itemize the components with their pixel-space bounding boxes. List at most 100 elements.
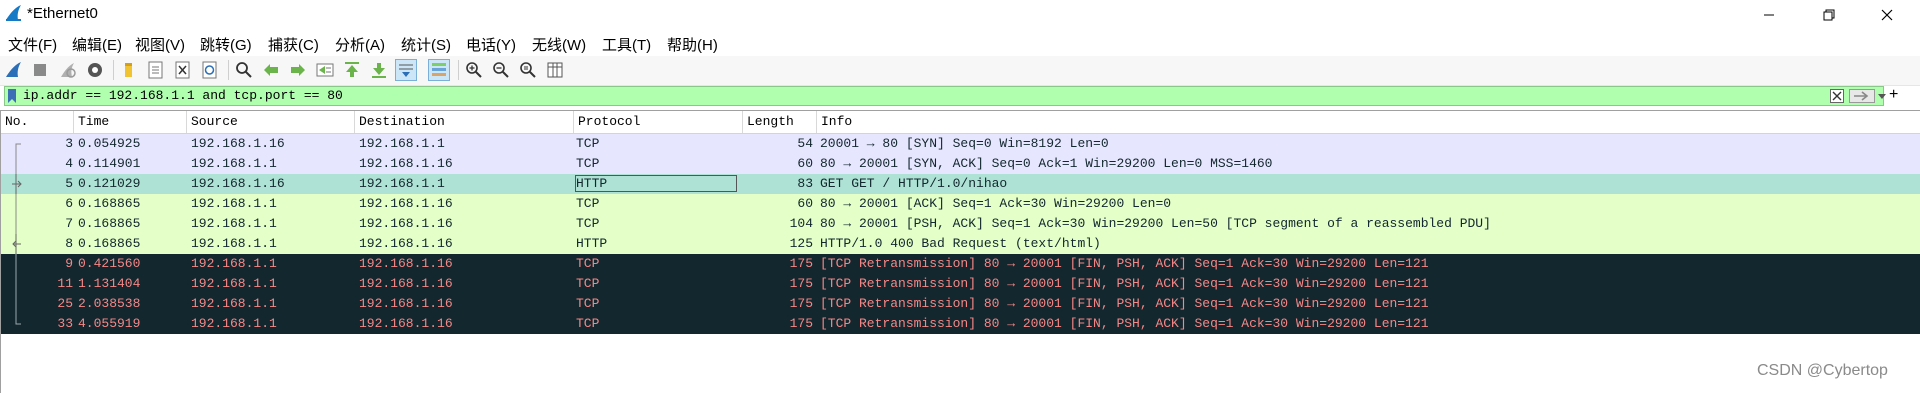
zoom-out-button[interactable] [490, 59, 512, 81]
packet-info: HTTP/1.0 400 Bad Request (text/html) [820, 236, 1101, 251]
reload-file-button[interactable] [199, 59, 221, 81]
packet-length: 60 [797, 156, 813, 171]
open-file-button[interactable] [118, 59, 140, 81]
go-forward-button[interactable] [287, 59, 309, 81]
close-icon [1881, 9, 1893, 21]
packet-row[interactable]: 33 4.055919 192.168.1.1 192.168.1.16 TCP… [1, 314, 1920, 334]
packet-length: 104 [789, 216, 813, 231]
column-header-info[interactable]: Info [817, 111, 1920, 133]
packet-source: 192.168.1.16 [191, 136, 285, 151]
packet-list-header: No. Time Source Destination Protocol Len… [1, 111, 1920, 134]
packet-destination: 192.168.1.16 [359, 256, 453, 271]
restart-capture-button[interactable] [57, 59, 79, 81]
display-filter-field [4, 86, 1887, 106]
main-toolbar [0, 56, 1920, 86]
bookmark-icon[interactable] [7, 89, 17, 103]
go-back-button[interactable] [260, 59, 282, 81]
capture-options-button[interactable] [84, 59, 106, 81]
packet-row[interactable]: 6 0.168865 192.168.1.1 192.168.1.16 TCP … [1, 194, 1920, 214]
save-file-button[interactable] [145, 59, 167, 81]
packet-no: 11 [57, 276, 73, 291]
recent-filters-chevron-down-icon[interactable] [1877, 89, 1887, 103]
menu-statistics[interactable]: 统计(S) [401, 34, 451, 55]
packet-no: 33 [57, 316, 73, 331]
packet-time: 4.055919 [78, 316, 141, 331]
column-header-protocol[interactable]: Protocol [574, 111, 743, 133]
packet-source: 192.168.1.1 [191, 316, 277, 331]
packet-source: 192.168.1.1 [191, 156, 277, 171]
wireshark-fin-icon [6, 5, 21, 21]
packet-time: 0.054925 [78, 136, 141, 151]
column-header-length[interactable]: Length [743, 111, 817, 133]
column-header-source[interactable]: Source [187, 111, 355, 133]
stop-capture-button[interactable] [29, 59, 51, 81]
toolbar-separator [113, 60, 114, 80]
start-capture-fin-icon [6, 62, 21, 77]
display-filter-input[interactable] [23, 87, 1823, 105]
zoom-in-icon [466, 62, 482, 78]
find-packet-icon [236, 62, 252, 78]
packet-info: [TCP Retransmission] 80 → 20001 [FIN, PS… [820, 296, 1429, 311]
start-capture-button[interactable] [3, 59, 25, 81]
display-filter-bar: + [0, 86, 1920, 106]
menu-edit[interactable]: 编辑(E) [72, 34, 122, 55]
column-header-destination[interactable]: Destination [355, 111, 574, 133]
packet-protocol: TCP [576, 296, 600, 311]
close-file-button[interactable] [172, 59, 194, 81]
menu-telephony[interactable]: 电话(Y) [466, 34, 516, 55]
packet-length: 125 [789, 236, 813, 251]
resize-columns-button[interactable] [544, 59, 566, 81]
menu-file[interactable]: 文件(F) [8, 34, 57, 55]
go-last-button[interactable] [368, 59, 390, 81]
packet-time: 0.168865 [78, 236, 141, 251]
packet-no: 8 [65, 236, 73, 251]
packet-row[interactable]: 25 2.038538 192.168.1.1 192.168.1.16 TCP… [1, 294, 1920, 314]
menu-go[interactable]: 跳转(G) [200, 34, 252, 55]
packet-protocol: HTTP [576, 236, 608, 251]
autoscroll-button[interactable] [395, 59, 417, 81]
packet-row[interactable]: 4 0.114901 192.168.1.1 192.168.1.16 TCP … [1, 154, 1920, 174]
packet-destination: 192.168.1.16 [359, 156, 453, 171]
menu-capture[interactable]: 捕获(C) [268, 34, 319, 55]
packet-row[interactable]: 3 0.054925 192.168.1.16 192.168.1.1 TCP … [1, 134, 1920, 154]
column-header-no[interactable]: No. [1, 111, 74, 133]
apply-filter-arrow-icon[interactable] [1849, 89, 1875, 103]
packet-length: 175 [789, 316, 813, 331]
packet-protocol: TCP [576, 316, 600, 331]
packet-time: 0.168865 [78, 196, 141, 211]
packet-row[interactable]: 7 0.168865 192.168.1.1 192.168.1.16 TCP … [1, 214, 1920, 234]
packet-no: 25 [57, 296, 73, 311]
minimize-button[interactable] [1740, 0, 1798, 30]
packet-time: 2.038538 [78, 296, 141, 311]
packet-row-selected[interactable]: 5 0.121029 192.168.1.16 192.168.1.1 HTTP… [1, 174, 1920, 194]
menu-tools[interactable]: 工具(T) [602, 34, 651, 55]
menu-help[interactable]: 帮助(H) [667, 34, 718, 55]
packet-protocol: TCP [576, 276, 600, 291]
menu-wireless[interactable]: 无线(W) [532, 34, 586, 55]
menu-analyze[interactable]: 分析(A) [335, 34, 385, 55]
go-last-icon [372, 63, 386, 78]
zoom-in-button[interactable] [463, 59, 485, 81]
packet-no: 9 [65, 256, 73, 271]
packet-row[interactable]: 9 0.421560 192.168.1.1 192.168.1.16 TCP … [1, 254, 1920, 274]
capture-options-icon [88, 63, 102, 77]
find-packet-button[interactable] [233, 59, 255, 81]
packet-time: 0.121029 [78, 176, 141, 191]
colorize-button[interactable] [428, 59, 450, 81]
menu-view[interactable]: 视图(V) [135, 34, 185, 55]
column-header-time[interactable]: Time [74, 111, 187, 133]
add-filter-button-plus-icon[interactable]: + [1889, 86, 1898, 104]
close-window-button[interactable] [1858, 0, 1916, 30]
packet-destination: 192.168.1.16 [359, 236, 453, 251]
reload-file-icon [202, 61, 217, 79]
packet-info: [TCP Retransmission] 80 → 20001 [FIN, PS… [820, 276, 1429, 291]
restore-button[interactable] [1800, 0, 1858, 30]
packet-row[interactable]: 11 1.131404 192.168.1.1 192.168.1.16 TCP… [1, 274, 1920, 294]
packet-row[interactable]: 8 0.168865 192.168.1.1 192.168.1.16 HTTP… [1, 234, 1920, 254]
go-to-packet-button[interactable] [314, 59, 336, 81]
restart-capture-icon [61, 63, 76, 78]
zoom-normal-button[interactable] [517, 59, 539, 81]
clear-filter-icon[interactable] [1830, 89, 1844, 103]
go-first-button[interactable] [341, 59, 363, 81]
packet-time: 0.168865 [78, 216, 141, 231]
